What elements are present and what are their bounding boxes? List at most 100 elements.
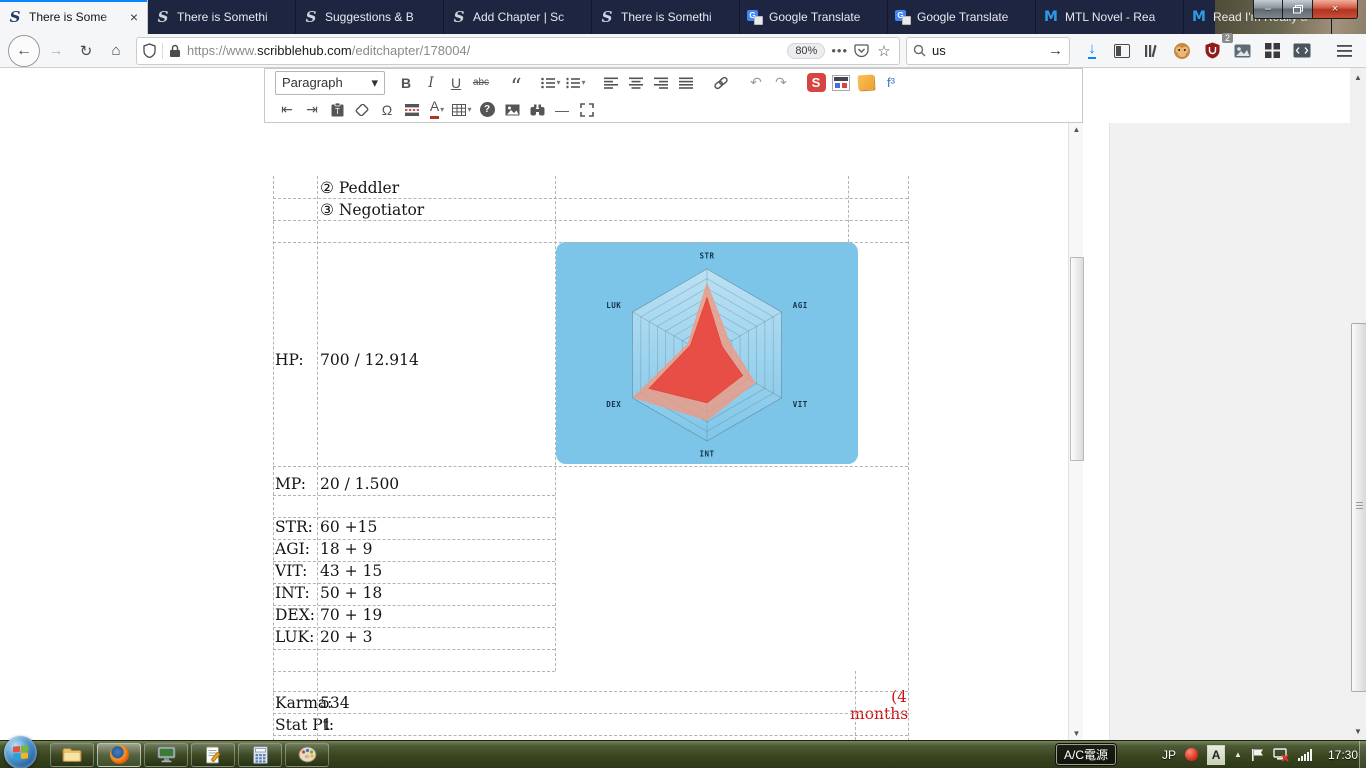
news-button[interactable] [829,71,853,95]
search-go-icon[interactable]: → [1048,42,1063,59]
italic-button[interactable]: I [419,71,443,95]
bullet-list-button[interactable]: ▾ [539,71,563,95]
page-break-button[interactable] [400,98,424,122]
stats-radar-chart[interactable]: STRAGIVITINTDEXLUK [556,242,858,464]
sidebar-button[interactable] [1108,38,1136,64]
align-right-button[interactable] [649,71,673,95]
find-replace-button[interactable] [525,98,549,122]
network-disconnected-icon[interactable] [1273,748,1289,762]
pocket-icon[interactable] [854,43,869,58]
browser-scrollbar[interactable]: ▲ ▼ [1350,68,1366,741]
reload-button[interactable]: ↻ [72,38,100,64]
bookmark-star-icon[interactable]: ☆ [875,38,893,64]
search-input[interactable]: us [932,43,1042,58]
url-text[interactable]: https://www.scribblehub.com/editchapter/… [187,43,781,58]
tab-close-icon[interactable]: × [128,10,140,24]
font-color-button[interactable]: A▾ [425,98,449,122]
underline-button[interactable]: U [444,71,468,95]
zoom-level-badge[interactable]: 80% [787,43,825,59]
url-bar[interactable]: https://www.scribblehub.com/editchapter/… [136,37,900,65]
library-button[interactable] [1138,38,1166,64]
windows-logo-icon [13,745,28,760]
tracking-protection-shield-icon[interactable] [143,43,156,58]
taskbar-firefox-button[interactable] [97,743,141,767]
tab-scribblehub-5[interactable]: S There is Somethi [592,0,740,34]
extensions-button[interactable] [1258,38,1286,64]
search-bar[interactable]: us → [906,37,1070,65]
tab-add-chapter[interactable]: S Add Chapter | Sc [444,0,592,34]
link-button[interactable] [709,71,733,95]
downloads-button[interactable]: ↓ [1078,38,1106,64]
close-button[interactable]: × [1312,0,1358,19]
ime-language-indicator[interactable]: JP [1162,748,1176,762]
editor-scrollbar-thumb[interactable] [1070,257,1084,461]
signal-strength-icon[interactable] [1298,749,1313,761]
system-tray: A/C電源 JP A ▲ 17:30 [1056,741,1358,768]
scroll-up-icon[interactable]: ▲ [1069,123,1084,137]
special-character-button[interactable]: Ω [375,98,399,122]
home-button[interactable]: ⌂ [102,38,130,64]
sticky-note-button[interactable] [854,71,878,95]
scroll-up-icon[interactable]: ▲ [1350,70,1366,85]
blockquote-button[interactable]: “ [504,66,528,100]
editor-scrollbar[interactable]: ▲ ▼ [1068,123,1083,741]
tab-google-translate-1[interactable]: G Google Translate [740,0,888,34]
tab-title: There is Some [29,10,122,24]
paragraph-format-select[interactable]: Paragraph▾ [275,71,385,95]
menu-hamburger-button[interactable] [1330,38,1358,64]
taskbar-clock[interactable]: 17:30 [1328,748,1358,762]
scroll-down-icon[interactable]: ▼ [1350,724,1366,739]
paste-as-text-button[interactable]: T [325,98,349,122]
tray-expand-icon[interactable]: ▲ [1234,750,1242,759]
tampermonkey-icon[interactable] [1168,38,1196,64]
taskbar-calculator-button[interactable] [238,743,282,767]
tab-scribblehub-2[interactable]: S There is Somethi [148,0,296,34]
scribblehub-s-button[interactable]: S [804,71,828,95]
page-actions-icon[interactable]: ••• [831,43,848,58]
browser-scrollbar-thumb[interactable] [1351,323,1366,692]
fullscreen-button[interactable] [575,98,599,122]
help-button[interactable]: ? [475,98,499,122]
ublock-origin-button[interactable]: 2 [1198,38,1226,64]
forward-button[interactable]: → [42,38,70,64]
align-center-button[interactable] [624,71,648,95]
numbered-list-button[interactable]: ▾ [564,71,588,95]
undo-button[interactable]: ↶ [744,71,768,95]
radar-axis-label: DEX [606,400,621,409]
taskbar-paint-button[interactable] [285,743,329,767]
footnote-f3-button[interactable]: f³ [879,71,903,95]
tab-google-translate-2[interactable]: G Google Translate [888,0,1036,34]
indent-button[interactable]: ⇥ [300,98,324,122]
align-justify-button[interactable] [674,71,698,95]
start-button[interactable] [4,736,37,768]
ime-input-mode[interactable]: A [1207,745,1225,765]
table-grid-line [273,495,555,496]
table-grid-line [273,517,555,518]
tab-mtl-novel[interactable]: M MTL Novel - Rea [1036,0,1184,34]
tab-scribblehub-active[interactable]: S There is Some × [0,0,148,34]
devtools-code-button[interactable] [1288,38,1316,64]
ac-power-indicator[interactable]: A/C電源 [1056,744,1116,765]
scroll-down-icon[interactable]: ▼ [1069,727,1084,741]
bold-button[interactable]: B [394,71,418,95]
tab-suggestions[interactable]: S Suggestions & B [296,0,444,34]
editor-content-area[interactable]: ② Peddler ③ Negotiator HP:700 / 12.914 M… [0,123,1068,741]
taskbar-computer-button[interactable] [144,743,188,767]
action-center-flag-icon[interactable] [1251,748,1264,762]
horizontal-rule-button[interactable]: — [550,98,574,122]
urlbar-separator [162,43,163,59]
back-button[interactable]: ← [8,35,40,67]
insert-image-button[interactable] [500,98,524,122]
taskbar-file-explorer-button[interactable] [50,743,94,767]
align-left-button[interactable] [599,71,623,95]
strikethrough-button[interactable]: abc [469,71,493,95]
restore-button[interactable] [1283,0,1312,19]
taskbar-notepad-button[interactable] [191,743,235,767]
table-button[interactable]: ▾ [450,98,474,122]
outdent-button[interactable]: ⇤ [275,98,299,122]
minimize-button[interactable]: – [1253,0,1283,19]
redo-button[interactable]: ↷ [769,71,793,95]
ime-red-orb-icon[interactable] [1185,748,1198,761]
clear-formatting-eraser-button[interactable] [350,98,374,122]
show-desktop-button[interactable] [1359,741,1366,768]
